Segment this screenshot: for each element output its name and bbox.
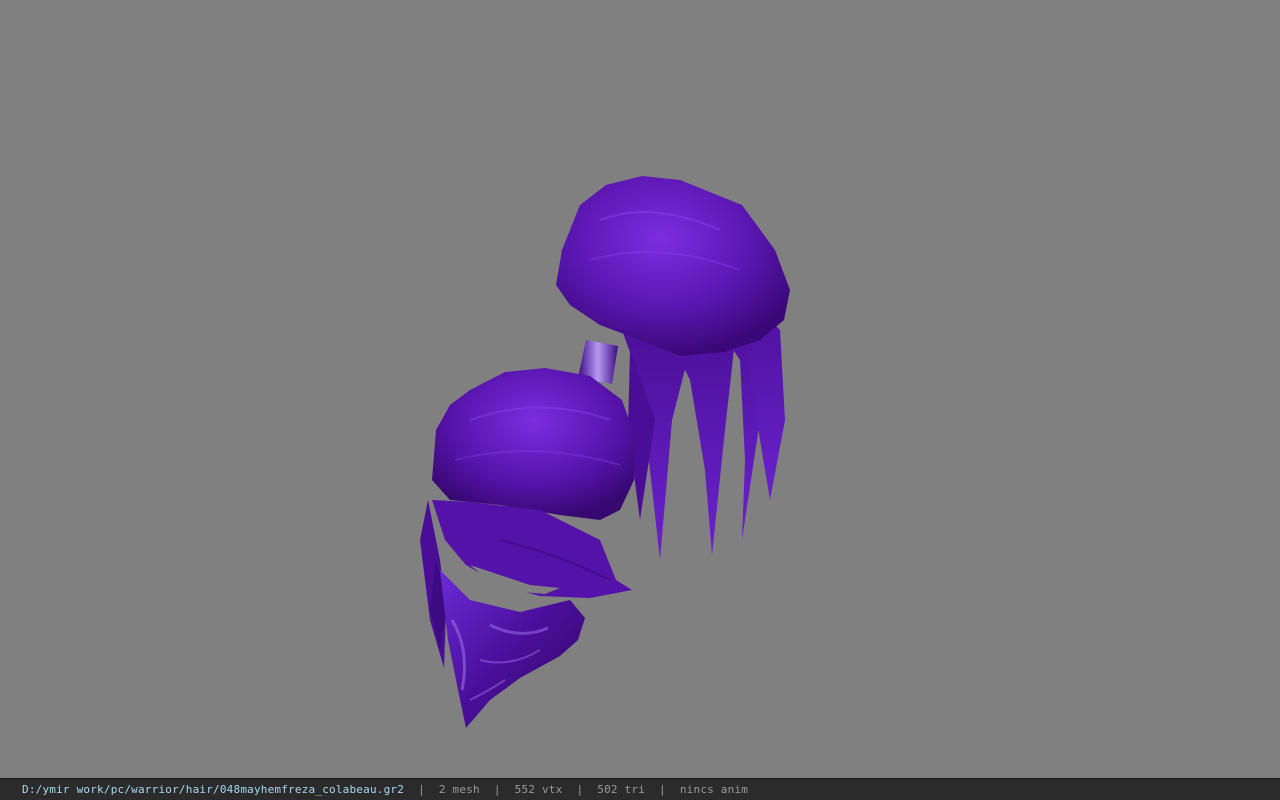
status-bar: D:/ymir work/pc/warrior/hair/048mayhemfr… [0,778,1280,800]
upper-bun [556,176,790,356]
file-path: D:/ymir work/pc/warrior/hair/048mayhemfr… [22,783,405,796]
head-cap [432,368,636,520]
separator: | [659,783,666,796]
triangle-count: 502 tri [597,783,646,796]
mesh-count: 2 mesh [438,783,480,796]
3d-viewport[interactable] [0,0,1280,778]
animation-status: nincs anim [679,783,749,796]
vertex-count: 552 vtx [514,783,563,796]
hair-model-render[interactable] [0,0,1280,778]
separator: | [576,783,584,796]
separator: | [418,783,425,796]
separator: | [493,783,501,796]
